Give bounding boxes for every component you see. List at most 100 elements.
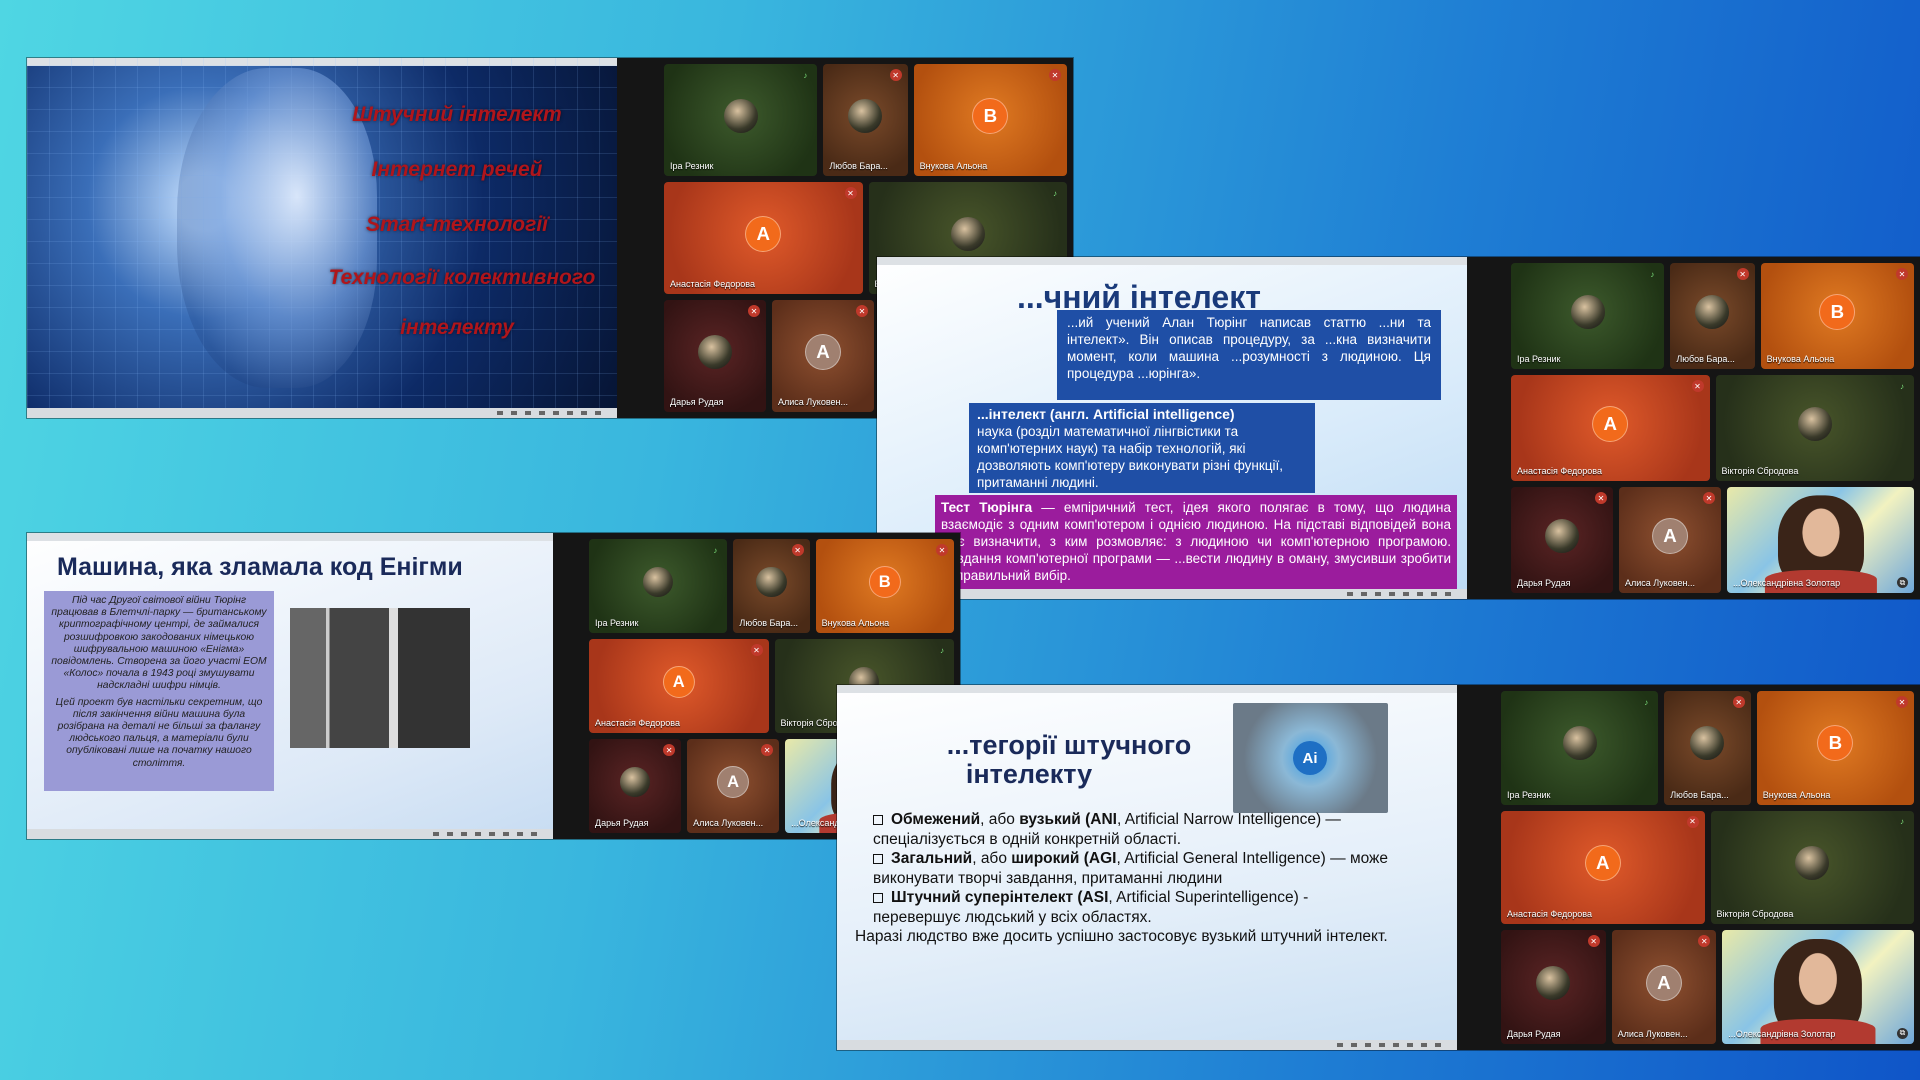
slide-nav-toolbar[interactable] [837, 1040, 1457, 1050]
participant-grid: ♪ Іра Резник ✕ Любов Бара... В ✕ Внукова Альон… [1495, 685, 1920, 1050]
pin-icon[interactable]: ⧉ [1897, 577, 1908, 588]
participant-tile[interactable]: В ✕ Внукова Альона [913, 64, 1067, 176]
avatar [950, 216, 985, 251]
ai-definition-heading: ...інтелект (англ. Artificial intelligen… [977, 406, 1235, 422]
slide-title-line: ...тегорії штучного [946, 730, 1192, 760]
participant-tile[interactable]: ♪ Вікторія Сбродова [1715, 375, 1914, 481]
ai-definition-box: ...інтелект (англ. Artificial intelligen… [969, 403, 1315, 493]
avatar: В [1817, 725, 1854, 762]
list-item: Обмежений, або вузький (ANI, Artificial … [873, 811, 1341, 848]
participant-name: Алиса Луковен... [1617, 1028, 1688, 1039]
participant-tile[interactable]: ⧉ ...Олександрівна Золотар [1722, 930, 1914, 1044]
participant-tile[interactable]: А ✕ Анастасія Федорова [664, 182, 863, 294]
participant-name: Алиса Луковен... [693, 818, 764, 828]
participant-tile[interactable]: ✕ Дарья Рудая [589, 739, 682, 833]
slide-nav-toolbar[interactable] [27, 408, 617, 418]
enigma-paragraph: Цей проект був настільки секретним, що п… [55, 696, 263, 769]
avatar [643, 567, 674, 598]
participant-tile[interactable]: А ✕ Алиса Луковен... [1611, 930, 1717, 1044]
participant-tile[interactable]: В ✕ Внукова Альона [815, 539, 954, 633]
list-item: Штучний суперінтелект (ASI, Artificial S… [873, 889, 1309, 926]
avatar: А [1652, 517, 1688, 554]
mic-active-icon: ♪ [1900, 381, 1904, 391]
participant-tile[interactable]: ✕ Любов Бара... [823, 64, 908, 176]
avatar [756, 567, 787, 598]
participant-name: Вікторія Сбродова [1716, 909, 1794, 920]
participant-tile[interactable]: А ✕ Анастасія Федорова [1511, 375, 1710, 481]
slide-window-bar [837, 685, 1457, 693]
participant-tile[interactable]: ⧉ ...Олександрівна Золотар [1727, 487, 1914, 593]
participant-name: Дарья Рудая [670, 397, 724, 407]
participant-tile[interactable]: ✕ Любов Бара... [1664, 691, 1751, 805]
participant-name: Анастасія Федорова [1517, 466, 1602, 476]
participant-name: Анастасія Федорова [1507, 909, 1592, 920]
mic-muted-icon: ✕ [663, 744, 676, 756]
participant-tile[interactable]: А ✕ Алиса Луковен... [687, 739, 780, 833]
participant-tile[interactable]: ♪ Іра Резник [1501, 691, 1659, 805]
participant-tile[interactable]: ✕ Любов Бара... [733, 539, 810, 633]
slide-ai-categories: ...тегорії штучного інтелекту Ai Обмежен… [837, 685, 1457, 1050]
avatar [1797, 406, 1832, 441]
avatar [1690, 726, 1725, 761]
ai-categories-list: Обмежений, або вузький (ANI, Artificial … [855, 810, 1393, 947]
participant-tile[interactable]: ✕ Любов Бара... [1670, 263, 1755, 369]
mic-active-icon: ♪ [803, 70, 808, 80]
turing-test-heading: Тест Тюрінга [941, 500, 1033, 515]
mic-muted-icon: ✕ [750, 644, 763, 656]
participant-tile[interactable]: А ✕ Анастасія Федорова [1501, 810, 1705, 925]
mic-active-icon: ♪ [1644, 697, 1649, 707]
participant-tile[interactable]: ♪ Іра Резник [1511, 263, 1665, 369]
screenshot-enigma: Машина, яка зламала код Енігми Під час Д… [27, 533, 960, 839]
mic-muted-icon: ✕ [761, 744, 774, 756]
mic-active-icon: ♪ [940, 645, 944, 655]
mic-muted-icon: ✕ [1698, 935, 1711, 948]
mic-muted-icon: ✕ [791, 544, 804, 556]
slide-line: Інтернет речей [371, 158, 543, 181]
mic-muted-icon: ✕ [1736, 268, 1749, 280]
slide-nav-toolbar[interactable] [27, 829, 553, 839]
participant-tile[interactable]: А ✕ Анастасія Федорова [589, 639, 769, 733]
mic-muted-icon: ✕ [856, 305, 868, 317]
participant-tile[interactable]: В ✕ Внукова Альона [1760, 263, 1914, 369]
avatar: А [745, 215, 782, 252]
screenshot-ai-definition: ...чний інтелект ...ий учений Алан Тюрін… [877, 257, 1920, 599]
avatar: В [1819, 293, 1856, 330]
participant-name: Дарья Рудая [595, 818, 649, 828]
participant-name: Іра Резник [1517, 354, 1561, 364]
participant-name: Іра Резник [1507, 789, 1551, 800]
participant-tile[interactable]: ♪ Іра Резник [664, 64, 818, 176]
participant-tile[interactable]: А ✕ Алиса Луковен... [1619, 487, 1721, 593]
ai-icon: Ai [1293, 741, 1327, 775]
avatar [619, 767, 651, 798]
slide-nav-toolbar[interactable] [877, 589, 1467, 599]
participant-tile[interactable]: ✕ Дарья Рудая [1511, 487, 1613, 593]
participant-tile[interactable]: ✕ Дарья Рудая [1501, 930, 1606, 1044]
slide-window-bar [27, 533, 553, 541]
mic-muted-icon: ✕ [1732, 696, 1745, 708]
participant-name: Любов Бара... [739, 618, 798, 628]
avatar: А [1592, 405, 1629, 442]
avatar [1795, 845, 1830, 880]
participant-tile[interactable]: А ✕ Алиса Луковен... [772, 300, 874, 412]
avatar [1570, 294, 1605, 329]
participant-tile[interactable]: ✕ Дарья Рудая [664, 300, 766, 412]
participant-name: Внукова Альона [919, 161, 988, 171]
slide-line: Smart-технології [366, 213, 548, 236]
mic-active-icon: ♪ [713, 545, 718, 555]
participant-grid: ♪ Іра Резник ✕ Любов Бара... В ✕ Внукова Альон… [1505, 257, 1920, 599]
participant-name: Любов Бара... [829, 161, 888, 171]
participant-name: Алиса Луковен... [1625, 578, 1695, 588]
slide-title-line: інтелекту [965, 759, 1093, 789]
participant-name: ...Олександрівна Золотар [1728, 1028, 1836, 1039]
avatar [1536, 965, 1571, 1000]
colossus-photo [290, 608, 470, 748]
slide-line: Технології колективного [328, 266, 596, 289]
participant-tile[interactable]: В ✕ Внукова Альона [1756, 691, 1914, 805]
pin-icon[interactable]: ⧉ [1896, 1027, 1908, 1039]
participant-name: Любов Бара... [1670, 789, 1729, 800]
ai-definition-text: наука (розділ математичної лінгвістики т… [977, 424, 1283, 490]
participant-tile[interactable]: ♪ Іра Резник [589, 539, 728, 633]
participant-tile[interactable]: ♪ Вікторія Сбродова [1710, 810, 1914, 925]
participant-name: Дарья Рудая [1507, 1028, 1561, 1039]
participant-name: Анастасія Федорова [595, 718, 680, 728]
